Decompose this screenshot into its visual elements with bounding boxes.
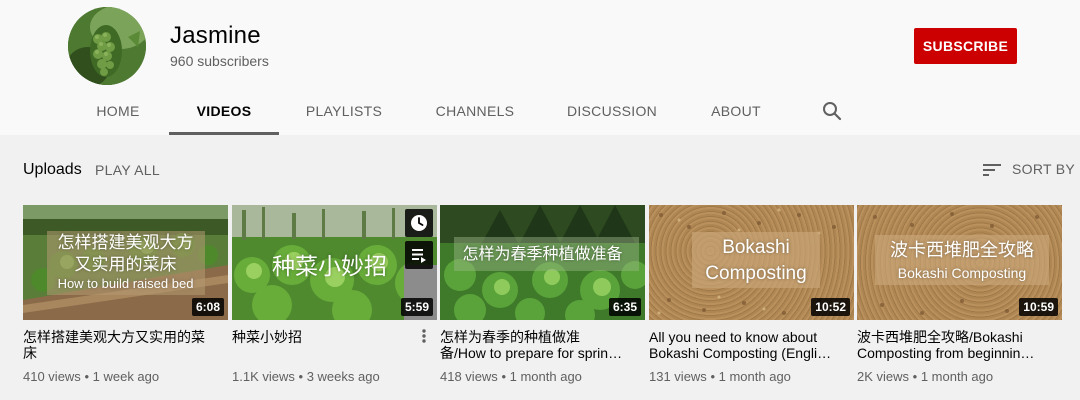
thumbnail-caption: 又实用的菜床 bbox=[74, 255, 177, 274]
thumbnail-caption: 种菜小妙招 bbox=[272, 253, 387, 279]
view-count: 418 views bbox=[440, 369, 498, 384]
meta-separator: • bbox=[912, 369, 918, 384]
avatar-image bbox=[68, 7, 146, 85]
clock-icon bbox=[411, 215, 427, 231]
video-meta: 418 views • 1 month ago bbox=[440, 369, 645, 384]
video-title[interactable]: 怎样为春季的种植做准备/How to prepare for spring pl… bbox=[440, 329, 645, 361]
upload-age: 1 month ago bbox=[718, 369, 791, 384]
thumbnail-caption: How to build raised bed bbox=[57, 276, 194, 291]
video-duration: 10:52 bbox=[811, 298, 850, 316]
more-vert-icon[interactable] bbox=[418, 328, 430, 344]
tab-discussion[interactable]: DISCUSSION bbox=[558, 90, 666, 135]
section-title[interactable]: Uploads bbox=[23, 161, 82, 179]
tab-playlists[interactable]: PLAYLISTS bbox=[294, 90, 394, 135]
view-count: 131 views bbox=[649, 369, 707, 384]
thumbnail-caption: Bokashi Composting bbox=[897, 265, 1027, 281]
view-count: 410 views bbox=[23, 369, 81, 384]
tab-home[interactable]: HOME bbox=[68, 90, 168, 135]
video-meta: 131 views • 1 month ago bbox=[649, 369, 854, 384]
tab-channels[interactable]: CHANNELS bbox=[424, 90, 526, 135]
video-thumbnail[interactable]: 种菜小妙招 5:59 bbox=[232, 205, 437, 320]
video-thumbnail[interactable]: 波卡西堆肥全攻略 Bokashi Composting 10:59 bbox=[857, 205, 1062, 320]
video-duration: 5:59 bbox=[400, 298, 433, 316]
video-meta: 1.1K views • 3 weeks ago bbox=[232, 369, 437, 384]
uploads-section: Uploads PLAY ALL SORT BY 怎样搭建美观大方 又实用的菜床… bbox=[0, 135, 1080, 400]
tab-about[interactable]: ABOUT bbox=[696, 90, 776, 135]
sort-by-button[interactable]: SORT BY bbox=[1012, 161, 1075, 177]
channel-header: Jasmine 960 subscribers SUBSCRIBE HOME V… bbox=[0, 0, 1080, 135]
video-title[interactable]: 怎样搭建美观大方又实用的菜床 bbox=[23, 329, 228, 361]
thumbnail-caption: 波卡西堆肥全攻略 bbox=[890, 240, 1034, 260]
meta-separator: • bbox=[84, 369, 89, 384]
thumbnail-caption: 怎样搭建美观大方 bbox=[57, 233, 194, 252]
meta-separator: • bbox=[298, 369, 304, 384]
search-icon[interactable] bbox=[822, 101, 842, 121]
video-card[interactable]: 怎样搭建美观大方 又实用的菜床 How to build raised bed … bbox=[23, 205, 228, 384]
video-duration: 6:35 bbox=[608, 298, 641, 316]
video-thumbnail[interactable]: 怎样搭建美观大方 又实用的菜床 How to build raised bed … bbox=[23, 205, 228, 320]
video-duration: 10:59 bbox=[1019, 298, 1058, 316]
video-title[interactable]: All you need to know about Bokashi Compo… bbox=[649, 329, 854, 361]
video-meta: 2K views • 1 month ago bbox=[857, 369, 1062, 384]
video-card[interactable]: 怎样为春季种植做准备 6:35 怎样为春季的种植做准备/How to prepa… bbox=[440, 205, 645, 384]
video-meta: 410 views • 1 week ago bbox=[23, 369, 228, 384]
video-card[interactable]: 种菜小妙招 5:59 种菜小妙招 1.1K views • 3 weeks ag… bbox=[232, 205, 437, 384]
video-card[interactable]: 波卡西堆肥全攻略 Bokashi Composting 10:59 波卡西堆肥全… bbox=[857, 205, 1062, 384]
video-thumbnail[interactable]: 怎样为春季种植做准备 6:35 bbox=[440, 205, 645, 320]
subscriber-count: 960 subscribers bbox=[170, 53, 269, 69]
meta-separator: • bbox=[710, 369, 715, 384]
subscribe-button[interactable]: SUBSCRIBE bbox=[914, 28, 1017, 64]
thumbnail-caption: Bokashi bbox=[722, 237, 790, 258]
channel-name: Jasmine bbox=[170, 22, 261, 49]
video-card[interactable]: Bokashi Composting 10:52 All you need to… bbox=[649, 205, 854, 384]
sort-icon[interactable] bbox=[983, 162, 1001, 178]
upload-age: 1 week ago bbox=[92, 369, 160, 384]
video-duration: 6:08 bbox=[191, 298, 224, 316]
upload-age: 1 month ago bbox=[920, 369, 994, 384]
view-count: 2K views bbox=[857, 369, 910, 384]
meta-separator: • bbox=[501, 369, 506, 384]
channel-avatar[interactable] bbox=[68, 7, 146, 85]
tab-videos[interactable]: VIDEOS bbox=[169, 90, 279, 135]
thumbnail-caption: 怎样为春季种植做准备 bbox=[462, 246, 623, 263]
video-thumbnail[interactable]: Bokashi Composting 10:52 bbox=[649, 205, 854, 320]
view-count: 1.1K views bbox=[232, 369, 295, 384]
upload-age: 3 weeks ago bbox=[306, 369, 380, 384]
watch-later-button[interactable] bbox=[405, 209, 433, 237]
add-to-queue-button[interactable] bbox=[405, 241, 433, 269]
upload-age: 1 month ago bbox=[509, 369, 582, 384]
thumbnail-caption: Composting bbox=[705, 263, 807, 284]
queue-icon bbox=[412, 249, 426, 263]
video-title[interactable]: 波卡西堆肥全攻略/Bokashi Composting from beginni… bbox=[857, 329, 1062, 361]
video-title[interactable]: 种菜小妙招 bbox=[232, 329, 437, 361]
play-all-button[interactable]: PLAY ALL bbox=[95, 162, 160, 178]
